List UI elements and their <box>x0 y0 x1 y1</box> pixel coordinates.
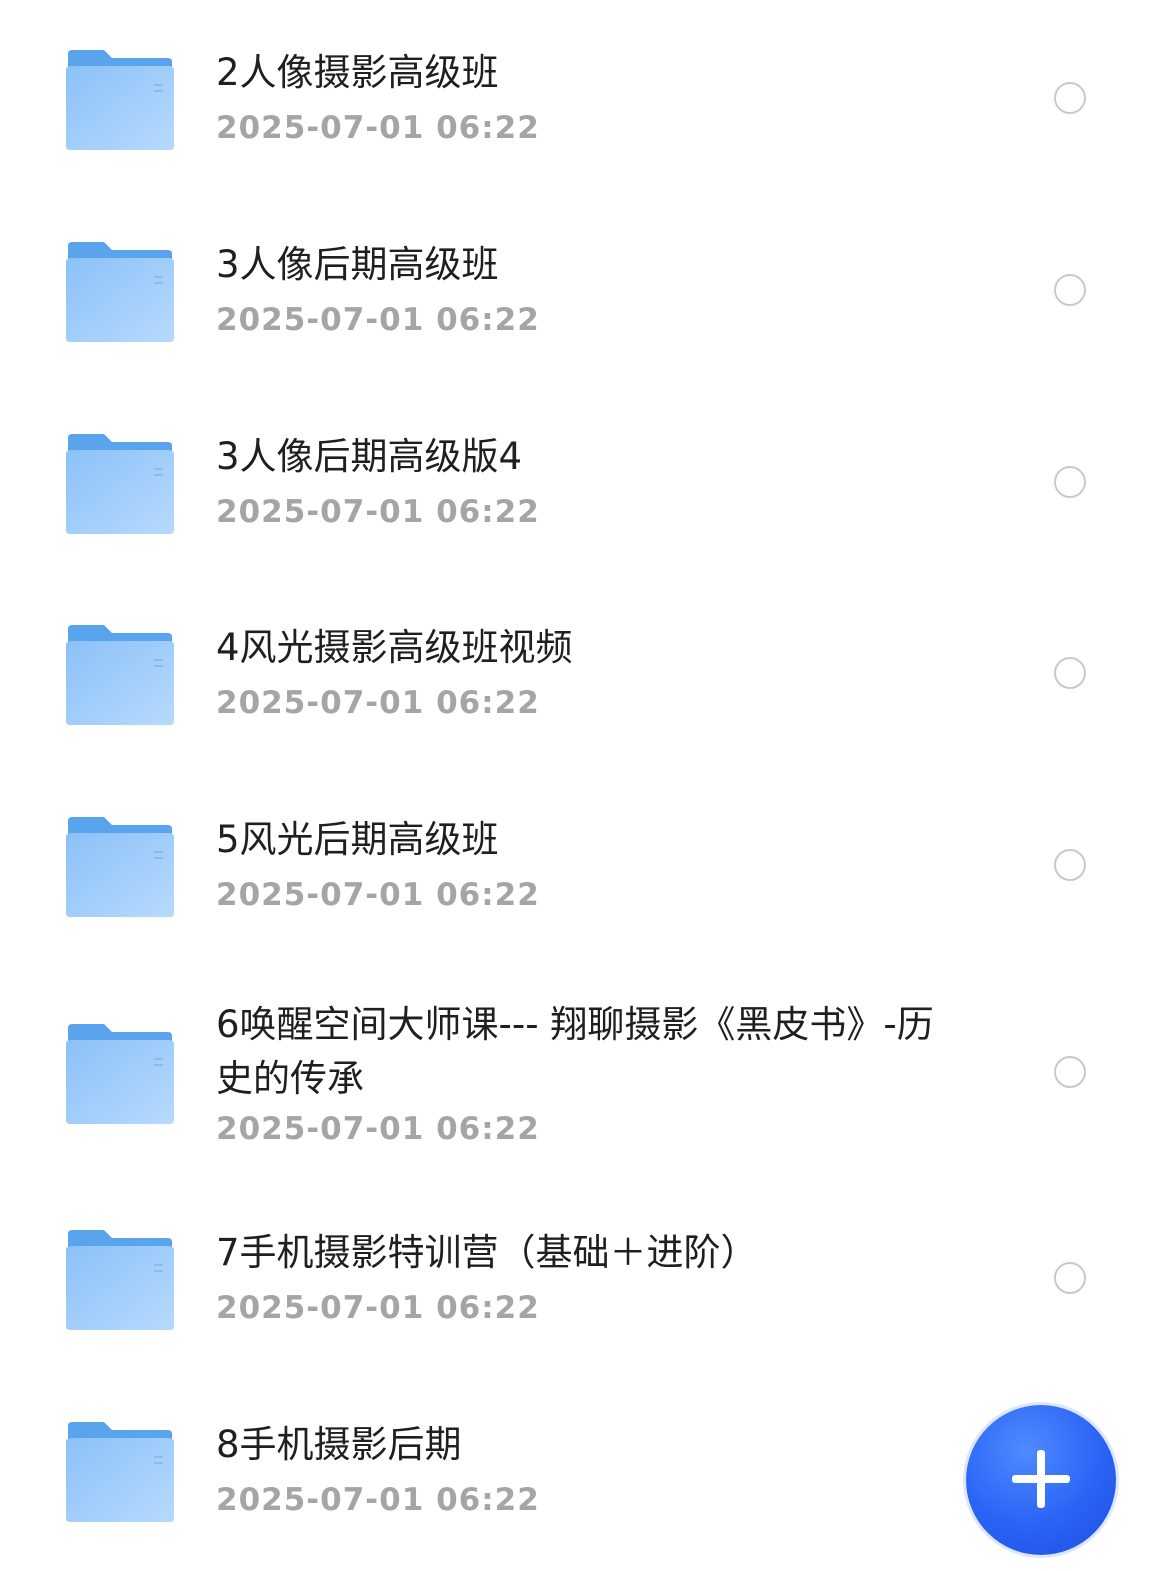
file-list: 2人像摄影高级班 2025-07-01 06:22 3人像后期高级班 2025-… <box>0 0 1170 1571</box>
select-checkbox[interactable] <box>1054 849 1086 881</box>
folder-icon <box>66 625 174 725</box>
file-name: 2人像摄影高级班 <box>216 51 499 94</box>
file-name: 7手机摄影特训营（基础＋进阶） <box>216 1231 758 1274</box>
folder-icon <box>66 1422 174 1522</box>
file-date: 2025-07-01 06:22 <box>216 110 540 146</box>
file-date: 2025-07-01 06:22 <box>216 877 540 913</box>
file-date: 2025-07-01 06:22 <box>216 1111 540 1147</box>
select-checkbox[interactable] <box>1054 466 1086 498</box>
list-item[interactable]: 6唤醒空间大师课--- 翔聊摄影《黑皮书》-历史的传承 2025-07-01 0… <box>0 960 1170 1204</box>
file-date: 2025-07-01 06:22 <box>216 685 540 721</box>
file-date: 2025-07-01 06:22 <box>216 494 540 530</box>
file-date: 2025-07-01 06:22 <box>216 1482 540 1518</box>
file-name: 4风光摄影高级班视频 <box>216 626 573 669</box>
file-name: 5风光后期高级班 <box>216 818 499 861</box>
folder-icon <box>66 50 174 150</box>
folder-icon <box>66 242 174 342</box>
list-item[interactable]: 3人像后期高级班 2025-07-01 06:22 <box>0 192 1170 384</box>
plus-icon-stem <box>1037 1450 1045 1508</box>
file-name: 6唤醒空间大师课--- 翔聊摄影《黑皮书》-历史的传承 <box>216 1003 934 1100</box>
file-name: 8手机摄影后期 <box>216 1423 462 1466</box>
folder-icon <box>66 1024 174 1124</box>
list-item[interactable]: 5风光后期高级班 2025-07-01 06:22 <box>0 768 1170 960</box>
list-item[interactable]: 7手机摄影特训营（基础＋进阶） 2025-07-01 06:22 <box>0 1204 1170 1396</box>
file-date: 2025-07-01 06:22 <box>216 1290 540 1326</box>
select-checkbox[interactable] <box>1054 82 1086 114</box>
folder-icon <box>66 434 174 534</box>
select-checkbox[interactable] <box>1054 274 1086 306</box>
file-date: 2025-07-01 06:22 <box>216 302 540 338</box>
file-name: 3人像后期高级班 <box>216 243 499 286</box>
add-button[interactable] <box>966 1405 1116 1555</box>
select-checkbox[interactable] <box>1054 657 1086 689</box>
list-item[interactable]: 2人像摄影高级班 2025-07-01 06:22 <box>0 0 1170 192</box>
folder-icon <box>66 817 174 917</box>
select-checkbox[interactable] <box>1054 1262 1086 1294</box>
folder-icon <box>66 1230 174 1330</box>
select-checkbox[interactable] <box>1054 1056 1086 1088</box>
list-item[interactable]: 3人像后期高级版4 2025-07-01 06:22 <box>0 384 1170 576</box>
list-item[interactable]: 4风光摄影高级班视频 2025-07-01 06:22 <box>0 576 1170 768</box>
file-name: 3人像后期高级版4 <box>216 435 523 478</box>
